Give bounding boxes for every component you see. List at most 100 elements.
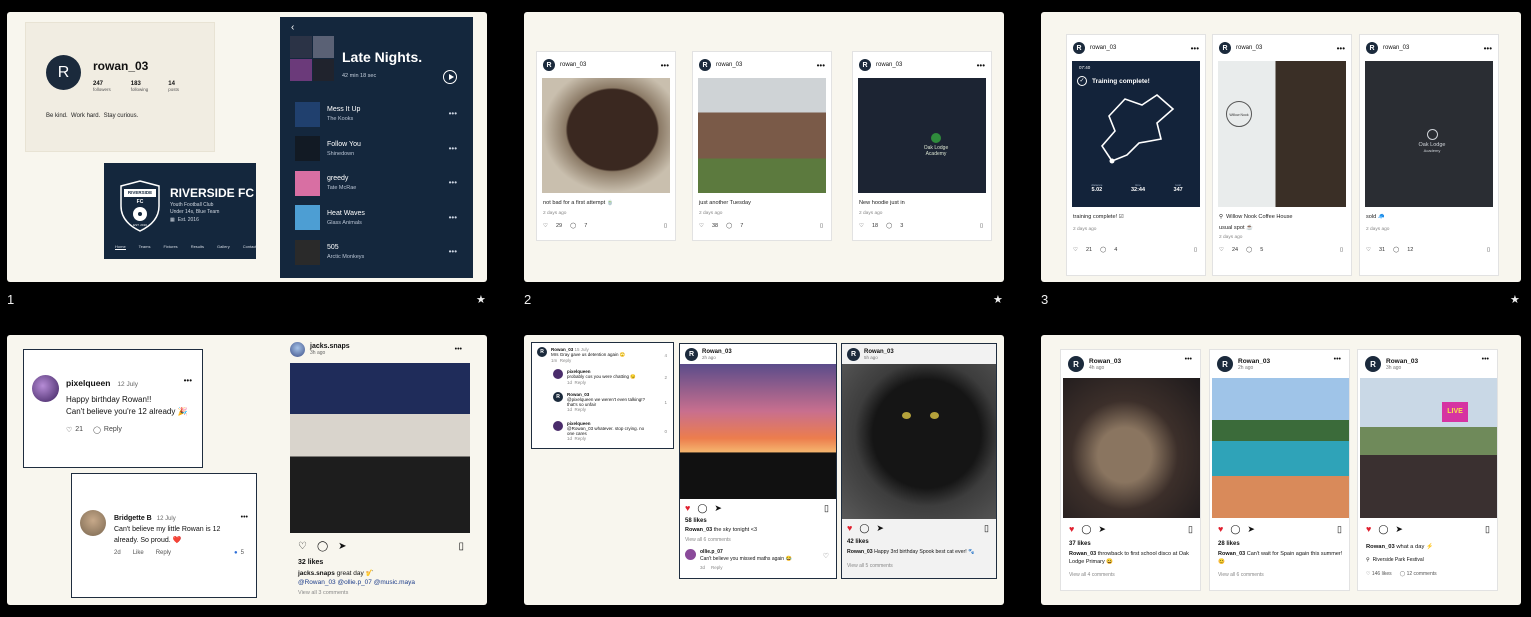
comments-summary[interactable]: ◯ 12 comments — [1400, 571, 1437, 577]
like-button[interactable]: Like — [133, 550, 144, 556]
post-user[interactable]: rowan_03 — [1090, 45, 1116, 51]
comment-icon[interactable]: ◯ — [1100, 247, 1106, 253]
nav-fixtures[interactable]: Fixtures — [163, 244, 177, 250]
share-icon[interactable]: ➤ — [876, 523, 884, 534]
heart-icon[interactable]: ♡ — [298, 541, 307, 552]
post-user[interactable]: rowan_03 — [560, 62, 586, 68]
comment-icon[interactable]: ◯ — [886, 223, 892, 229]
more-icon[interactable]: ••• — [1334, 356, 1341, 363]
comment-icon[interactable]: ◯ — [726, 223, 732, 229]
stat-following[interactable]: 183 following — [131, 81, 149, 92]
more-icon[interactable]: ••• — [661, 61, 669, 70]
bookmark-icon[interactable]: ▯ — [1194, 247, 1197, 253]
location-label[interactable]: ⚲ Willow Nook Coffee House — [1219, 214, 1293, 220]
share-icon[interactable]: ➤ — [1098, 524, 1106, 535]
caption-user[interactable]: Rowan_03 — [1069, 551, 1096, 557]
more-icon[interactable]: ••• — [184, 376, 192, 385]
bookmark-icon[interactable]: ▯ — [458, 541, 464, 552]
comment-user[interactable]: Bridgette B — [114, 515, 152, 522]
share-icon[interactable]: ➤ — [714, 503, 722, 514]
track-row[interactable]: greedy Tate McRae ••• — [280, 166, 473, 201]
reply-button[interactable]: Reply — [156, 550, 171, 556]
comment-icon[interactable]: ◯ — [1393, 247, 1399, 253]
track-row[interactable]: Follow You Shinedown ••• — [280, 132, 473, 167]
more-icon[interactable]: ••• — [449, 178, 457, 187]
bookmark-icon[interactable]: ▯ — [664, 223, 667, 229]
post-user[interactable]: rowan_03 — [1236, 45, 1262, 51]
post-user[interactable]: rowan_03 — [876, 62, 902, 68]
more-icon[interactable]: ••• — [1185, 356, 1192, 363]
comment-icon[interactable]: ◯ — [1081, 524, 1091, 535]
slide-3[interactable]: Rrowan_03 ••• 07:40 ✓ Training complete! … — [1041, 12, 1521, 282]
post-tags[interactable]: @Rowan_03 @ollie.p_07 @music.maya — [298, 579, 415, 586]
slide-5[interactable]: R Rowan_03 15 July Mrs Gray gave us dete… — [524, 335, 1004, 605]
comment-icon[interactable]: ◯ — [859, 523, 869, 534]
heart-filled-icon[interactable]: ♥ — [1218, 524, 1223, 535]
more-icon[interactable]: ••• — [1337, 44, 1345, 53]
caption-user[interactable]: Rowan_03 — [1366, 544, 1395, 550]
nav-results[interactable]: Results — [191, 244, 204, 250]
slide-6[interactable]: R Rowan_03 4h ago ••• ♥ ◯ ➤ ▯ 37 likes Rowa… — [1041, 335, 1521, 605]
post-user[interactable]: Rowan_03 — [1089, 358, 1121, 365]
track-row[interactable]: Heat Waves Glass Animals ••• — [280, 201, 473, 236]
share-icon[interactable]: ➤ — [1247, 524, 1255, 535]
comment-user[interactable]: ollie.p_07 — [700, 549, 723, 555]
more-icon[interactable]: ••• — [977, 61, 985, 70]
caption-user[interactable]: Rowan_03 — [685, 527, 712, 533]
chevron-left-icon[interactable]: ‹ — [291, 22, 294, 33]
reply-button[interactable]: Reply — [104, 426, 122, 434]
likes-summary[interactable]: ♡ 146 likes — [1366, 571, 1392, 577]
reply-button[interactable]: Reply — [711, 565, 723, 570]
comment-icon[interactable]: ◯ — [1246, 247, 1252, 253]
post-user[interactable]: Rowan_03 — [1386, 358, 1418, 365]
view-comments-link[interactable]: View all 6 comments — [1218, 572, 1264, 578]
share-icon[interactable]: ➤ — [338, 541, 346, 552]
bookmark-icon[interactable]: ▯ — [1487, 247, 1490, 253]
nav-home[interactable]: Home — [115, 244, 126, 250]
heart-icon[interactable]: ♡ — [66, 426, 72, 434]
heart-icon[interactable]: ♡ — [823, 552, 829, 560]
caption-user[interactable]: Rowan_03 — [1218, 551, 1245, 557]
slide-1[interactable]: R rowan_03 247 followers 183 following 14 p… — [7, 12, 487, 282]
view-comments-link[interactable]: View all 4 comments — [1069, 572, 1115, 578]
heart-icon[interactable]: ♡ — [1073, 247, 1078, 253]
more-icon[interactable]: ••• — [449, 109, 457, 118]
more-icon[interactable]: ••• — [1484, 44, 1492, 53]
post-user[interactable]: rowan_03 — [1383, 45, 1409, 51]
bookmark-icon[interactable]: ▯ — [1340, 247, 1343, 253]
more-icon[interactable]: ••• — [455, 346, 462, 353]
view-comments-link[interactable]: View all 6 comments — [685, 537, 731, 543]
comment-icon[interactable]: ◯ — [570, 223, 576, 229]
heart-icon[interactable]: ♡ — [543, 223, 548, 229]
more-icon[interactable]: ••• — [817, 61, 825, 70]
bookmark-icon[interactable]: ▯ — [1337, 524, 1342, 535]
view-comments-link[interactable]: View all 5 comments — [847, 563, 893, 569]
more-icon[interactable]: ••• — [449, 144, 457, 153]
caption-user[interactable]: Rowan_03 — [847, 549, 873, 555]
slide-4[interactable]: pixelqueen 12 July ••• Happy birthday Ro… — [7, 335, 487, 605]
comment-icon[interactable]: ◯ — [697, 503, 707, 514]
bookmark-icon[interactable]: ▯ — [824, 503, 829, 514]
nav-gallery[interactable]: Gallery — [217, 244, 230, 250]
stat-followers[interactable]: 247 followers — [93, 81, 111, 92]
more-icon[interactable]: ••• — [1191, 44, 1199, 53]
play-icon[interactable] — [443, 70, 457, 84]
more-icon[interactable]: ••• — [1482, 356, 1489, 363]
bookmark-icon[interactable]: ▯ — [1188, 524, 1193, 535]
location-label[interactable]: ⚲ Riverside Park Festival — [1366, 557, 1424, 563]
heart-filled-icon[interactable]: ♥ — [1366, 524, 1371, 535]
heart-filled-icon[interactable]: ♥ — [1069, 524, 1074, 535]
bookmark-icon[interactable]: ▯ — [1485, 524, 1490, 535]
stat-posts[interactable]: 14 posts — [168, 81, 179, 92]
star-icon[interactable]: ★ — [1510, 293, 1520, 306]
post-user[interactable]: jacks.snaps — [310, 343, 350, 350]
comment-icon[interactable]: ◯ — [1378, 524, 1388, 535]
comment-user[interactable]: pixelqueen — [66, 378, 110, 388]
post-user[interactable]: Rowan_03 — [1238, 358, 1270, 365]
nav-contact[interactable]: Contact — [243, 244, 257, 250]
bookmark-icon[interactable]: ▯ — [984, 523, 989, 534]
nav-teams[interactable]: Teams — [139, 244, 151, 250]
more-icon[interactable]: ••• — [449, 247, 457, 256]
heart-filled-icon[interactable]: ♥ — [847, 523, 852, 534]
track-row[interactable]: Mess It Up The Kooks ••• — [280, 97, 473, 132]
